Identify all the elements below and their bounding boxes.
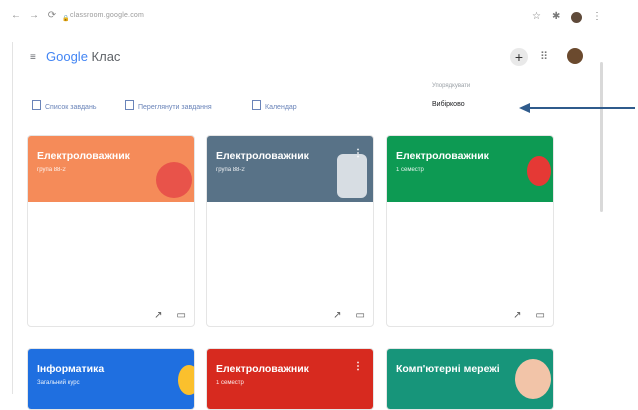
- review-label: Переглянути завдання: [138, 104, 212, 111]
- page-edge: [12, 42, 13, 394]
- card-more-icon[interactable]: ⋮: [353, 361, 363, 372]
- card-illustration: [527, 156, 551, 186]
- card-title[interactable]: Електроловажник: [37, 150, 130, 162]
- browser-profile-avatar[interactable]: [571, 12, 582, 23]
- class-card[interactable]: Електроловажник група 88-2 ⋮ ↗ ▭: [206, 135, 374, 327]
- card-more-icon[interactable]: ⋮: [353, 148, 363, 159]
- card-subtitle: 1 семестр: [396, 167, 424, 173]
- calendar-link[interactable]: Календар: [252, 100, 297, 111]
- trend-icon[interactable]: ↗: [154, 310, 162, 321]
- card-title[interactable]: Інформатика: [37, 363, 104, 375]
- todo-link[interactable]: Список завдань: [32, 100, 96, 111]
- lock-icon: 🔒: [62, 16, 70, 22]
- extension-icon[interactable]: ✱: [552, 11, 560, 23]
- google-apps-icon[interactable]: ⠿: [540, 50, 548, 63]
- folder-icon[interactable]: ▭: [356, 310, 365, 321]
- annotation-arrow-line: [529, 107, 635, 109]
- brand-google: Google: [46, 49, 88, 64]
- card-subtitle: Загальний курс: [37, 380, 80, 386]
- card-footer: ↗ ▭: [140, 310, 186, 321]
- card-footer: ↗ ▭: [499, 310, 545, 321]
- card-subtitle: група 88-2: [216, 167, 245, 173]
- main-menu-icon[interactable]: ≡: [30, 52, 36, 63]
- trend-icon[interactable]: ↗: [333, 310, 341, 321]
- folder-icon[interactable]: ▭: [536, 310, 545, 321]
- sort-dropdown[interactable]: Вибірково: [432, 101, 465, 108]
- forward-icon[interactable]: →: [28, 10, 40, 22]
- add-class-button[interactable]: +: [510, 48, 528, 66]
- browser-menu-icon[interactable]: ⋮: [592, 11, 602, 23]
- sort-label: Упорядкувати: [432, 83, 471, 89]
- calendar-icon: [252, 100, 261, 110]
- card-title[interactable]: Електроловажник: [216, 363, 309, 375]
- checklist-icon: [32, 100, 41, 110]
- trend-icon[interactable]: ↗: [513, 310, 521, 321]
- folder-icon[interactable]: ▭: [177, 310, 186, 321]
- class-card[interactable]: Інформатика Загальний курс: [27, 348, 195, 410]
- app-logo[interactable]: Google Клас: [46, 49, 120, 64]
- class-card[interactable]: Електроловажник група 88-2 ↗ ▭: [27, 135, 195, 327]
- card-illustration: [515, 359, 551, 399]
- card-subtitle: група 88-2: [37, 167, 66, 173]
- todo-label: Список завдань: [45, 104, 97, 111]
- card-illustration: [156, 162, 192, 198]
- back-icon[interactable]: ←: [10, 10, 22, 22]
- document-icon: [125, 100, 134, 110]
- star-icon[interactable]: ☆: [532, 11, 541, 23]
- card-title[interactable]: Електроловажник: [396, 150, 489, 162]
- card-footer: ↗ ▭: [319, 310, 365, 321]
- calendar-label: Календар: [265, 104, 297, 111]
- class-card[interactable]: Електроловажник 1 семестр ⋮: [206, 348, 374, 410]
- card-subtitle: 1 семестр: [216, 380, 244, 386]
- card-title[interactable]: Комп'ютерні мережі: [396, 363, 500, 375]
- review-link[interactable]: Переглянути завдання: [125, 100, 212, 111]
- class-card[interactable]: Комп'ютерні мережі: [386, 348, 554, 410]
- annotation-arrow-head: [519, 103, 530, 113]
- brand-product: Клас: [87, 49, 121, 64]
- user-avatar[interactable]: [567, 48, 583, 64]
- card-title[interactable]: Електроловажник: [216, 150, 309, 162]
- vertical-scrollbar[interactable]: [600, 62, 603, 212]
- browser-toolbar: ← → ⟳ 🔒 classroom.google.com ☆ ✱ ⋮: [0, 0, 638, 40]
- card-illustration: [178, 365, 194, 395]
- reload-icon[interactable]: ⟳: [46, 10, 58, 22]
- card-illustration: [337, 154, 367, 198]
- address-bar[interactable]: classroom.google.com: [70, 12, 144, 19]
- class-card[interactable]: Електроловажник 1 семестр ↗ ▭: [386, 135, 554, 327]
